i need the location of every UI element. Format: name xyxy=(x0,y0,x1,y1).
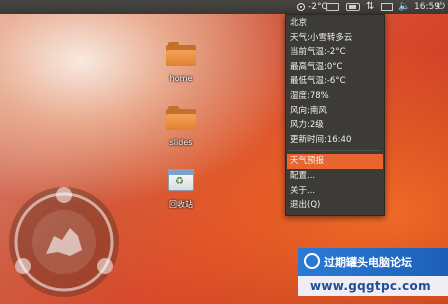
menu-condition: 天气:小雪转多云 xyxy=(290,32,353,43)
menu-separator xyxy=(289,150,381,152)
home-label: home xyxy=(169,74,193,83)
menu-about[interactable]: 关于... xyxy=(286,184,384,199)
slides-label: slides xyxy=(169,138,193,147)
menu-wind-force: 风力:2级 xyxy=(290,120,324,131)
menu-humidity: 湿度:78% xyxy=(290,90,329,101)
folder-icon xyxy=(166,106,196,130)
menu-update-time: 更新时间:16:40 xyxy=(290,134,352,145)
battery-icon[interactable] xyxy=(346,3,360,11)
snow-cloud-icon xyxy=(297,3,305,11)
trash-bin[interactable]: ♻ 回收站 xyxy=(156,166,206,211)
menu-current-temp: 当前气温:-2°C xyxy=(290,47,346,58)
home-folder[interactable]: home xyxy=(156,42,206,85)
folder-icon xyxy=(166,42,196,66)
volume-icon[interactable]: 🔈 xyxy=(398,0,410,14)
slides-folder[interactable]: slides xyxy=(156,106,206,149)
menu-forecast[interactable]: 天气预报 xyxy=(287,154,383,169)
menu-high-temp: 最高气温:0°C xyxy=(290,61,343,72)
trash-label: 回收站 xyxy=(169,200,193,209)
ubuntu-logo-icon xyxy=(9,187,119,297)
menu-configure[interactable]: 配置... xyxy=(286,169,384,184)
power-icon[interactable]: ⏻ xyxy=(437,0,445,14)
forum-watermark: 过期罐头电脑论坛 www.gqgtpc.com xyxy=(298,248,448,296)
network-icon[interactable]: ⇅ xyxy=(366,0,374,14)
menu-low-temp: 最低气温:-6°C xyxy=(290,76,346,87)
menu-wind-direction: 风向:南风 xyxy=(290,105,327,116)
mail-icon[interactable] xyxy=(381,3,393,11)
trash-icon: ♻ xyxy=(166,166,196,192)
temperature-label: -2°C xyxy=(308,2,328,12)
menu-quit[interactable]: 退出(Q) xyxy=(286,198,384,213)
menu-city: 北京 xyxy=(290,18,308,28)
top-panel: -2°C ⇅ 🔈 16:59 ⏻ xyxy=(0,0,448,14)
keyboard-icon[interactable] xyxy=(326,3,339,11)
weather-menu: 北京 天气:小雪转多云 当前气温:-2°C 最高气温:0°C 最低气温:-6°C… xyxy=(285,14,385,216)
weather-indicator[interactable]: -2°C xyxy=(296,0,328,14)
watermark-title: 过期罐头电脑论坛 xyxy=(324,256,412,269)
forum-logo-icon xyxy=(304,253,320,269)
watermark-url: www.gqgtpc.com xyxy=(310,279,431,293)
